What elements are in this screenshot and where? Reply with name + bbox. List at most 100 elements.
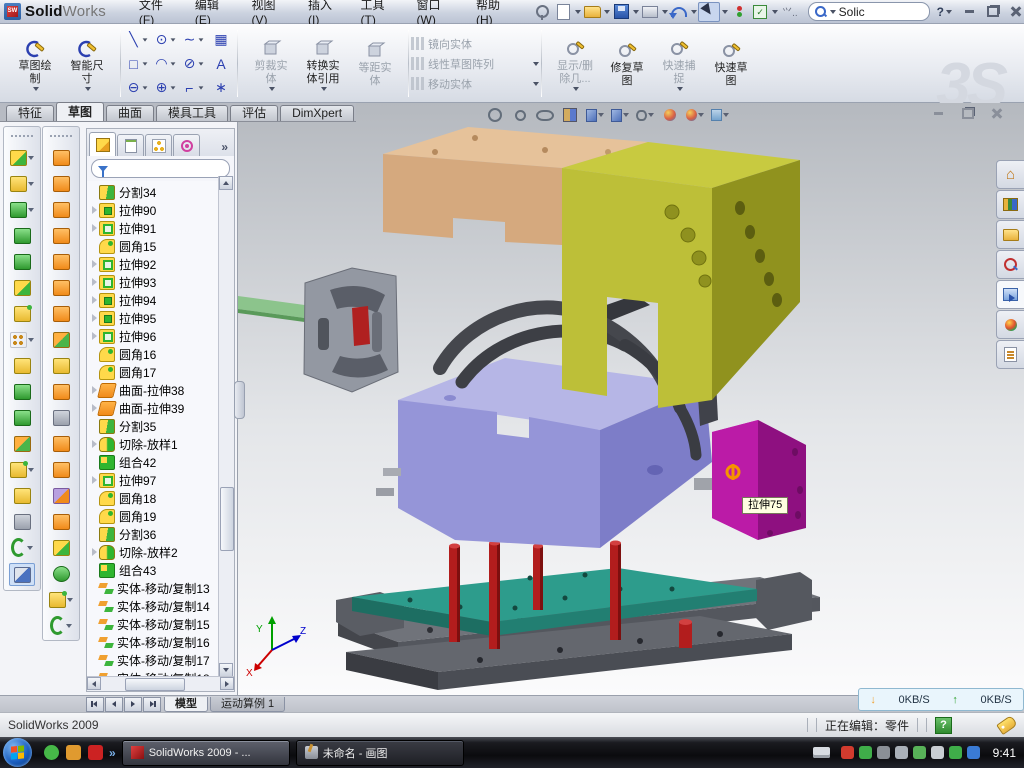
tree-item[interactable]: 切除-放样1 [89, 435, 234, 453]
next-tab-button[interactable] [124, 697, 142, 712]
toolbar-button[interactable] [49, 173, 73, 194]
search-input-value[interactable]: Solic [839, 5, 865, 19]
network-speed-widget[interactable]: ↓ 0KB/S ↑ 0KB/S [858, 688, 1024, 711]
ribbon-stack-button[interactable]: 移动实体 [411, 76, 539, 92]
configuration-manager-tab[interactable] [145, 134, 172, 156]
tree-item[interactable]: 圆角18 [89, 489, 234, 507]
toolbar-button[interactable] [10, 511, 34, 532]
tray-icon[interactable] [931, 746, 944, 759]
scene-caret[interactable] [698, 113, 704, 117]
tool-dropdown-caret[interactable] [198, 38, 203, 41]
sketch-tool-button[interactable]: ∗ [207, 76, 235, 100]
doc-minimize-button[interactable] [930, 107, 947, 120]
tray-icon[interactable] [913, 746, 926, 759]
tree-item[interactable]: 分割35 [89, 417, 234, 435]
toolbar-button[interactable] [10, 329, 34, 350]
zoom-fit-button[interactable] [486, 106, 504, 124]
solidworks-resources-tab[interactable]: ⌂ [996, 160, 1024, 189]
taskbar-clock[interactable]: 9:41 [993, 746, 1016, 760]
tree-item[interactable]: 圆角15 [89, 237, 234, 255]
toolbar-button[interactable] [10, 381, 34, 402]
toolbar-button[interactable] [49, 147, 73, 168]
toolbar-button[interactable] [49, 199, 73, 220]
tool-dropdown-caret[interactable] [170, 62, 175, 65]
view-palette-tab[interactable] [996, 280, 1024, 309]
sketch-tool-button[interactable]: ⊘ [179, 52, 207, 76]
keyboard-layout-icon[interactable] [813, 747, 830, 758]
options-button[interactable]: ✓ [750, 3, 770, 21]
ribbon-button[interactable]: 转换实 体引用 [297, 37, 349, 91]
feature-manager-tab[interactable] [89, 132, 116, 156]
toolbar-button[interactable] [49, 407, 73, 428]
custom-properties-tab[interactable] [996, 340, 1024, 369]
rebuild-button[interactable] [729, 3, 749, 21]
tree-item[interactable]: 拉伸92 [89, 255, 234, 273]
ribbon-button-caret[interactable] [321, 87, 327, 91]
tree-item[interactable]: 拉伸90 [89, 201, 234, 219]
tree-item[interactable]: 组合43 [89, 561, 234, 579]
command-manager-tab[interactable]: 曲面 [106, 105, 154, 121]
last-tab-button[interactable] [143, 697, 161, 712]
toolbar-button[interactable] [10, 459, 34, 480]
toolbar-button[interactable] [10, 251, 34, 272]
tree-item[interactable]: 拉伸94 [89, 291, 234, 309]
command-manager-tab[interactable]: 模具工具 [156, 105, 228, 121]
tree-item[interactable]: 圆角17 [89, 363, 234, 381]
quick-launch-icon[interactable] [44, 745, 59, 760]
toolbar-overflow-label[interactable]: ⺍.. [779, 4, 801, 19]
tool-caret[interactable] [66, 624, 72, 628]
expand-arrow-icon[interactable] [89, 440, 99, 448]
tool-caret[interactable] [28, 182, 34, 186]
panel-overflow-button[interactable]: » [217, 140, 232, 156]
scroll-down-button[interactable] [219, 663, 233, 677]
toolbar-button[interactable] [10, 199, 34, 220]
expand-arrow-icon[interactable] [89, 548, 99, 556]
new-document-button[interactable] [553, 3, 573, 21]
minimize-button[interactable] [961, 5, 978, 18]
view-settings-button[interactable] [711, 106, 729, 124]
toolbar-button[interactable] [49, 277, 73, 298]
tree-item[interactable]: 实体-移动/复制15 [89, 615, 234, 633]
toolbar-button[interactable] [10, 225, 34, 246]
ribbon-button-caret[interactable] [677, 87, 683, 91]
tray-icon[interactable] [967, 746, 980, 759]
search-scope-caret[interactable] [830, 10, 836, 14]
scroll-right-button[interactable] [220, 677, 234, 690]
tree-vertical-scrollbar[interactable] [218, 176, 234, 677]
tray-icon[interactable] [949, 746, 962, 759]
print-dropdown-caret[interactable] [662, 10, 668, 14]
dimxpert-manager-tab[interactable] [173, 134, 200, 156]
toolbar-button[interactable] [49, 251, 73, 272]
scroll-left-button[interactable] [87, 677, 101, 690]
tool-caret[interactable] [28, 208, 34, 212]
pin-toolbar-button[interactable] [532, 3, 552, 21]
ribbon-button-caret[interactable] [269, 87, 275, 91]
tree-item[interactable]: 拉伸93 [89, 273, 234, 291]
print-button[interactable] [640, 3, 660, 21]
taskbar-window-button[interactable]: SolidWorks 2009 - ... [122, 740, 290, 766]
toolbar-button[interactable] [10, 355, 34, 376]
tray-icon[interactable] [841, 746, 854, 759]
edit-appearance-button[interactable] [661, 106, 679, 124]
tree-item[interactable]: 组合42 [89, 453, 234, 471]
command-manager-tab[interactable]: 草图 [56, 102, 104, 121]
toolbar-button[interactable] [49, 537, 73, 558]
quick-tips-icon[interactable]: ? [935, 717, 952, 734]
tree-item[interactable]: 实体-移动/复制16 [89, 633, 234, 651]
tray-icon[interactable] [859, 746, 872, 759]
tree-item[interactable]: 拉伸95 [89, 309, 234, 327]
search-box[interactable]: Solic [808, 2, 930, 21]
stack-caret[interactable] [533, 82, 539, 86]
previous-view-button[interactable] [536, 106, 554, 124]
new-dropdown-caret[interactable] [575, 10, 581, 14]
sketch-tool-button[interactable]: ⊕ [151, 76, 179, 100]
quick-launch-chevron[interactable]: » [109, 746, 116, 760]
previous-tab-button[interactable] [105, 697, 123, 712]
sketch-tool-button[interactable]: ⊖ [123, 76, 151, 100]
sketch-tool-button[interactable]: A [207, 52, 235, 76]
expand-arrow-icon[interactable] [89, 260, 99, 268]
toolbar-button[interactable] [10, 303, 34, 324]
undo-dropdown-caret[interactable] [691, 10, 697, 14]
toolbar-button[interactable] [49, 303, 73, 324]
tree-item[interactable]: 圆角19 [89, 507, 234, 525]
